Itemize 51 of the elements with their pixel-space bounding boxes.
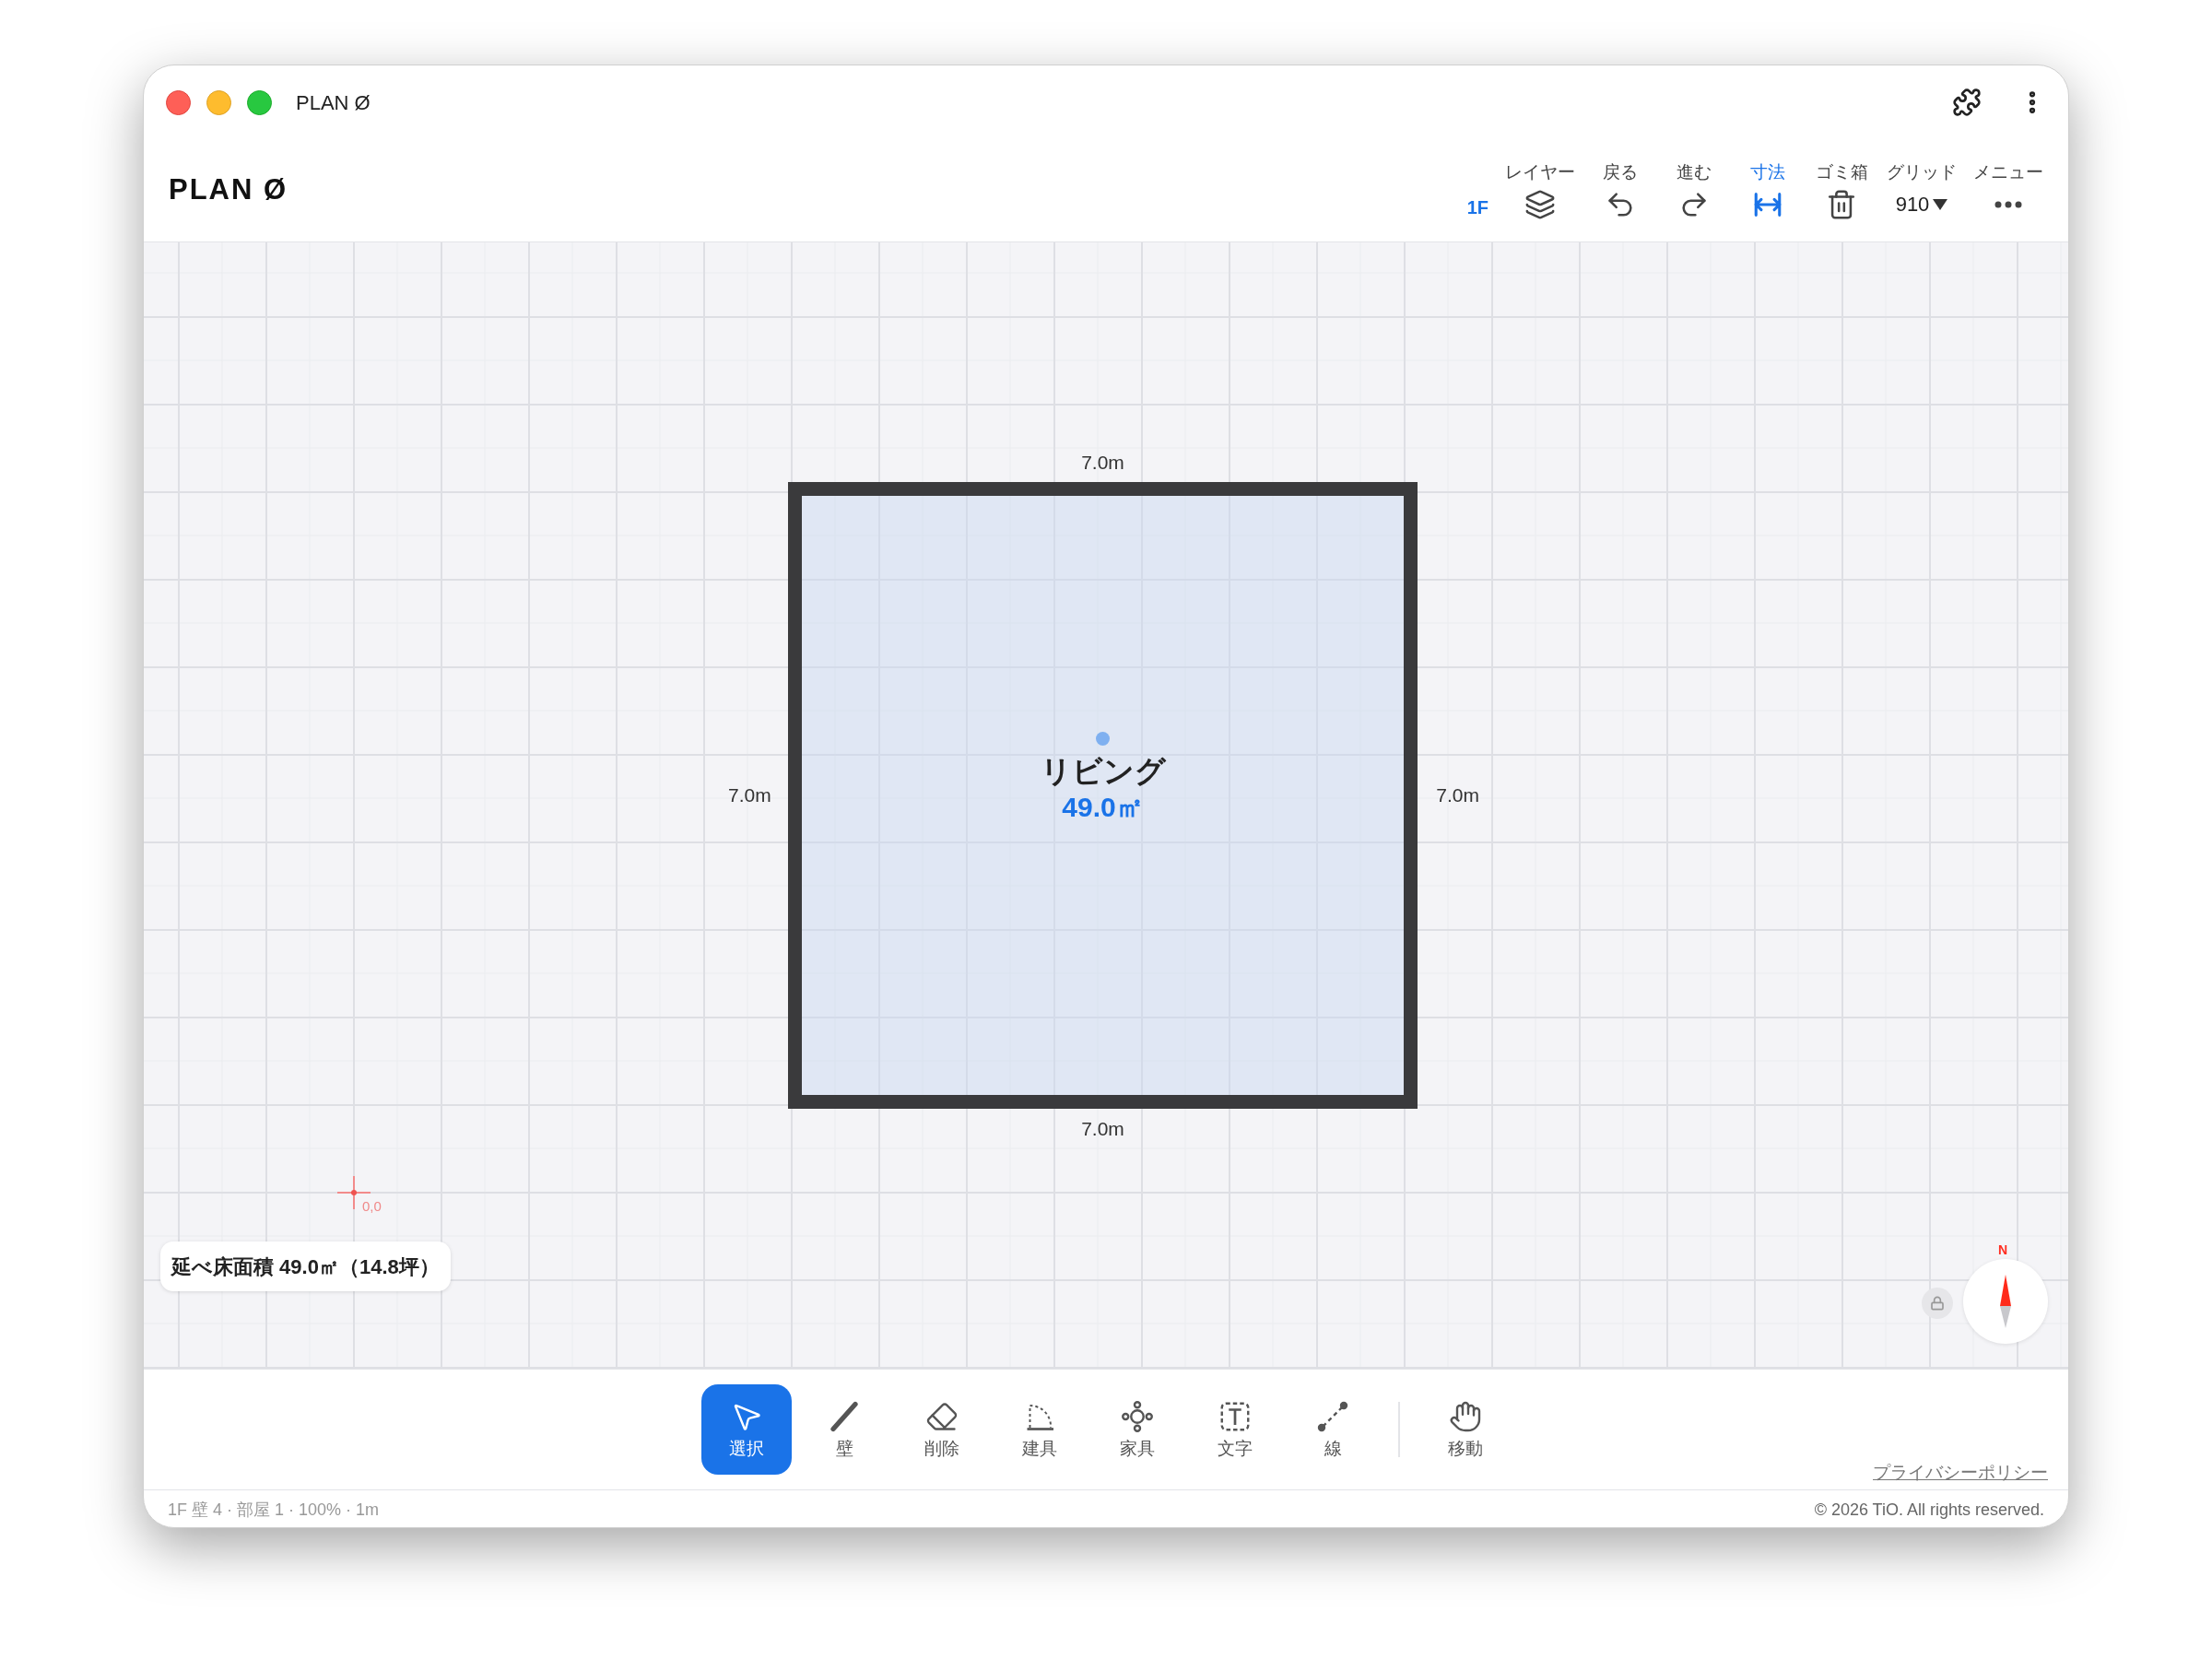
more-icon	[1994, 200, 2022, 208]
diagonal-bar-icon	[828, 1400, 861, 1433]
privacy-link[interactable]: プライバシーポリシー	[1873, 1459, 2048, 1486]
north-label: N	[1998, 1241, 2008, 1259]
toolbar-button[interactable]: ゴミ箱	[1813, 160, 1870, 220]
origin-label: 0,0	[362, 1197, 382, 1216]
tool-button[interactable]: 建具	[994, 1384, 1085, 1475]
tool-button[interactable]: 移動	[1420, 1384, 1511, 1475]
toolbar-button[interactable]: 寸法	[1739, 160, 1796, 220]
dimension-label: 7.0m	[1081, 451, 1124, 475]
eraser-icon	[925, 1400, 959, 1433]
floor-selector[interactable]: 1F	[1466, 193, 1488, 221]
circles-icon	[1121, 1400, 1154, 1433]
toolbar-button[interactable]: レイヤー	[1505, 160, 1575, 220]
zoom-button[interactable]	[247, 89, 272, 115]
tool-button[interactable]: 線	[1288, 1384, 1378, 1475]
app-logo: PLAN Ø	[169, 172, 288, 208]
status-text: 1F 壁 4 · 部屋 1 · 100% · 1m	[168, 1499, 380, 1521]
minimize-button[interactable]	[206, 89, 231, 115]
tool-button[interactable]: 削除	[897, 1384, 987, 1475]
compass[interactable]	[1963, 1259, 2048, 1344]
grid-value: 910	[1895, 192, 1930, 218]
room-name: リビング	[1040, 753, 1166, 790]
text-icon	[1218, 1400, 1252, 1433]
layers-icon	[1524, 188, 1556, 220]
tool-button[interactable]: 選択	[701, 1384, 792, 1475]
dashed-line-icon	[1316, 1400, 1349, 1433]
tool-button[interactable]: 文字	[1190, 1384, 1280, 1475]
toolbar-button[interactable]: グリッド 910	[1887, 160, 1957, 220]
lock-icon	[1930, 1296, 1945, 1311]
hand-icon	[1449, 1400, 1482, 1433]
toolbar-button[interactable]: メニュー	[1973, 160, 2043, 220]
close-button[interactable]	[166, 89, 191, 115]
dimension-label: 7.0m	[1436, 783, 1479, 808]
room-area: 49.0㎡	[1062, 790, 1144, 825]
lock-button[interactable]	[1922, 1288, 1953, 1319]
extension-icon[interactable]	[1952, 88, 1982, 117]
floor-area-badge: 延べ床面積 49.0㎡（14.8坪）	[160, 1241, 451, 1291]
compass-needle-icon	[1998, 1275, 2013, 1328]
dimension-label: 7.0m	[728, 783, 771, 808]
plan-canvas[interactable]: 7.0m 7.0m リビング 49.0㎡ 7.0m 7.0m 0,0 延べ床面積 49.0㎡（14.8坪） N	[144, 242, 2068, 1369]
toolbar-button[interactable]: 戻る	[1592, 160, 1649, 220]
room-handle[interactable]	[1096, 732, 1110, 746]
toolbar-button[interactable]: 進む	[1665, 160, 1723, 220]
tool-button[interactable]: 壁	[799, 1384, 889, 1475]
trash-icon	[1826, 188, 1857, 220]
tool-button[interactable]: 家具	[1092, 1384, 1182, 1475]
caret-icon	[1933, 198, 1948, 210]
dimension-label: 7.0m	[1081, 1116, 1124, 1141]
window-title: PLAN Ø	[296, 89, 371, 116]
copyright-text: © 2026 TiO. All rights reserved.	[1814, 1499, 2044, 1521]
